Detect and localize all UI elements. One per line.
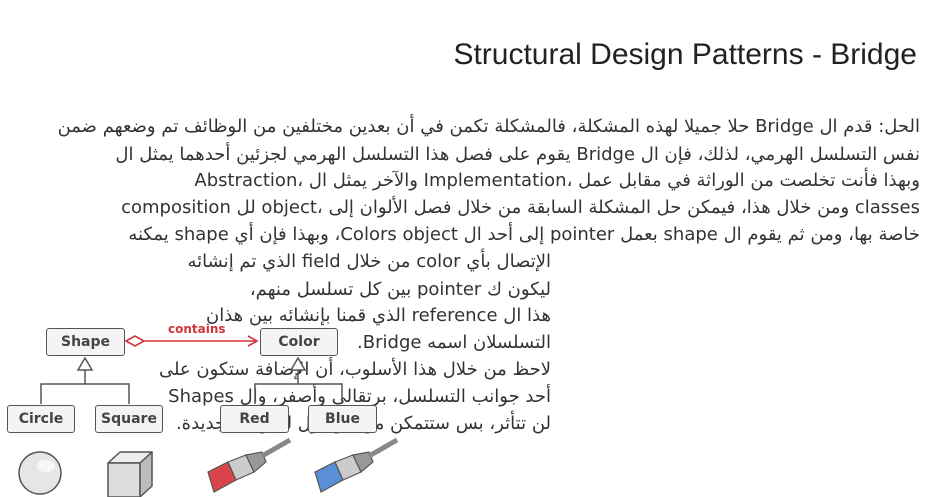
cube-icon xyxy=(107,451,153,497)
blue-paintbrush-icon xyxy=(314,437,399,493)
inheritance-lines xyxy=(40,356,343,404)
red-class-box: Red xyxy=(220,405,289,433)
blue-class-box: Blue xyxy=(308,405,377,433)
red-paintbrush-icon xyxy=(207,437,292,493)
contains-arrow xyxy=(124,335,259,347)
contains-label: contains xyxy=(168,322,226,336)
shape-class-box: Shape xyxy=(46,328,125,356)
square-class-box: Square xyxy=(95,405,163,433)
slide-title: Structural Design Patterns - Bridge xyxy=(453,38,917,71)
color-class-box: Color xyxy=(260,328,338,356)
sphere-icon xyxy=(18,451,62,495)
circle-class-box: Circle xyxy=(7,405,75,433)
